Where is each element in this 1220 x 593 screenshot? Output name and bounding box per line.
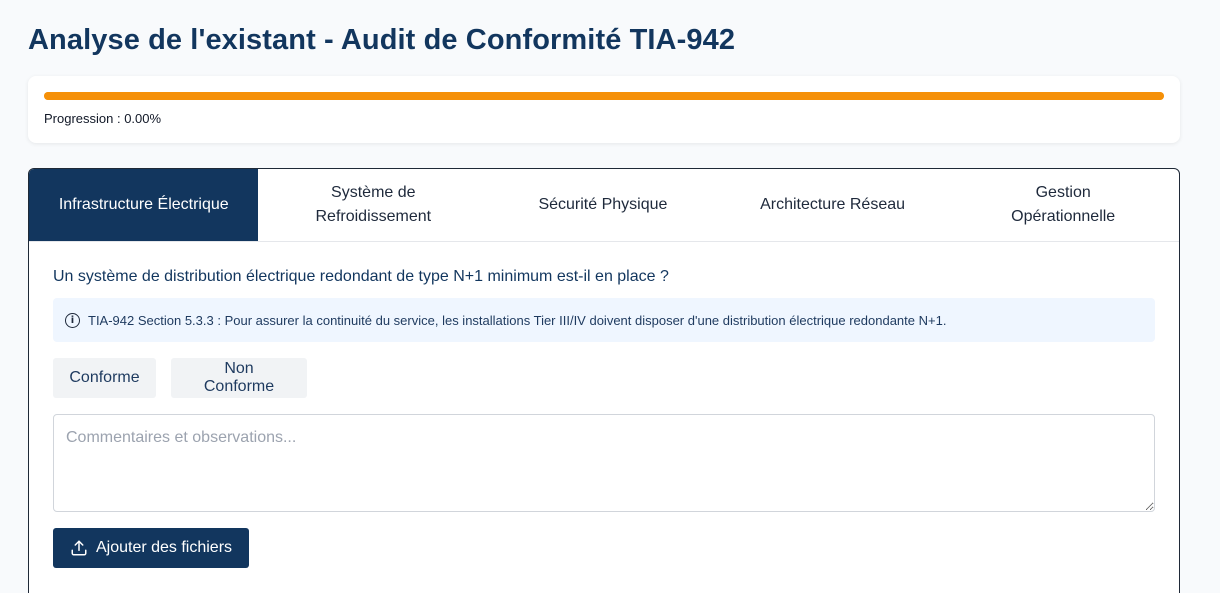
progress-label: Progression : 0.00% <box>44 111 162 126</box>
tab-infrastructure-electrique[interactable]: Infrastructure Électrique <box>29 169 259 241</box>
tab-systeme-refroidissement[interactable]: Système de Refroidissement <box>258 169 488 241</box>
audit-card: Infrastructure Électrique Système de Ref… <box>28 168 1180 593</box>
info-icon: i <box>65 312 80 328</box>
comment-textarea[interactable] <box>53 414 1155 512</box>
non-conforme-button[interactable]: Non Conforme <box>171 358 307 398</box>
tab-securite-physique[interactable]: Sécurité Physique <box>488 169 718 241</box>
upload-icon <box>71 540 87 556</box>
info-text: TIA-942 Section 5.3.3 : Pour assurer la … <box>88 312 947 328</box>
progress-card: Progression : 0.00% <box>28 76 1180 143</box>
add-files-label: Ajouter des fichiers <box>95 539 233 556</box>
add-files-button[interactable]: Ajouter des fichiers <box>53 528 249 568</box>
progress-bar-fill <box>44 92 1164 100</box>
question-text: Un système de distribution électrique re… <box>53 268 669 285</box>
tab-gestion-operationnelle[interactable]: Gestion Opérationnelle <box>947 169 1179 241</box>
tab-architecture-reseau[interactable]: Architecture Réseau <box>718 169 948 241</box>
page-title: Analyse de l'existant - Audit de Conform… <box>28 24 736 56</box>
progress-bar <box>44 92 1164 100</box>
section-tabs: Infrastructure Électrique Système de Ref… <box>29 169 1179 242</box>
conforme-button[interactable]: Conforme <box>53 358 156 398</box>
info-box: i TIA-942 Section 5.3.3 : Pour assurer l… <box>53 298 1155 342</box>
